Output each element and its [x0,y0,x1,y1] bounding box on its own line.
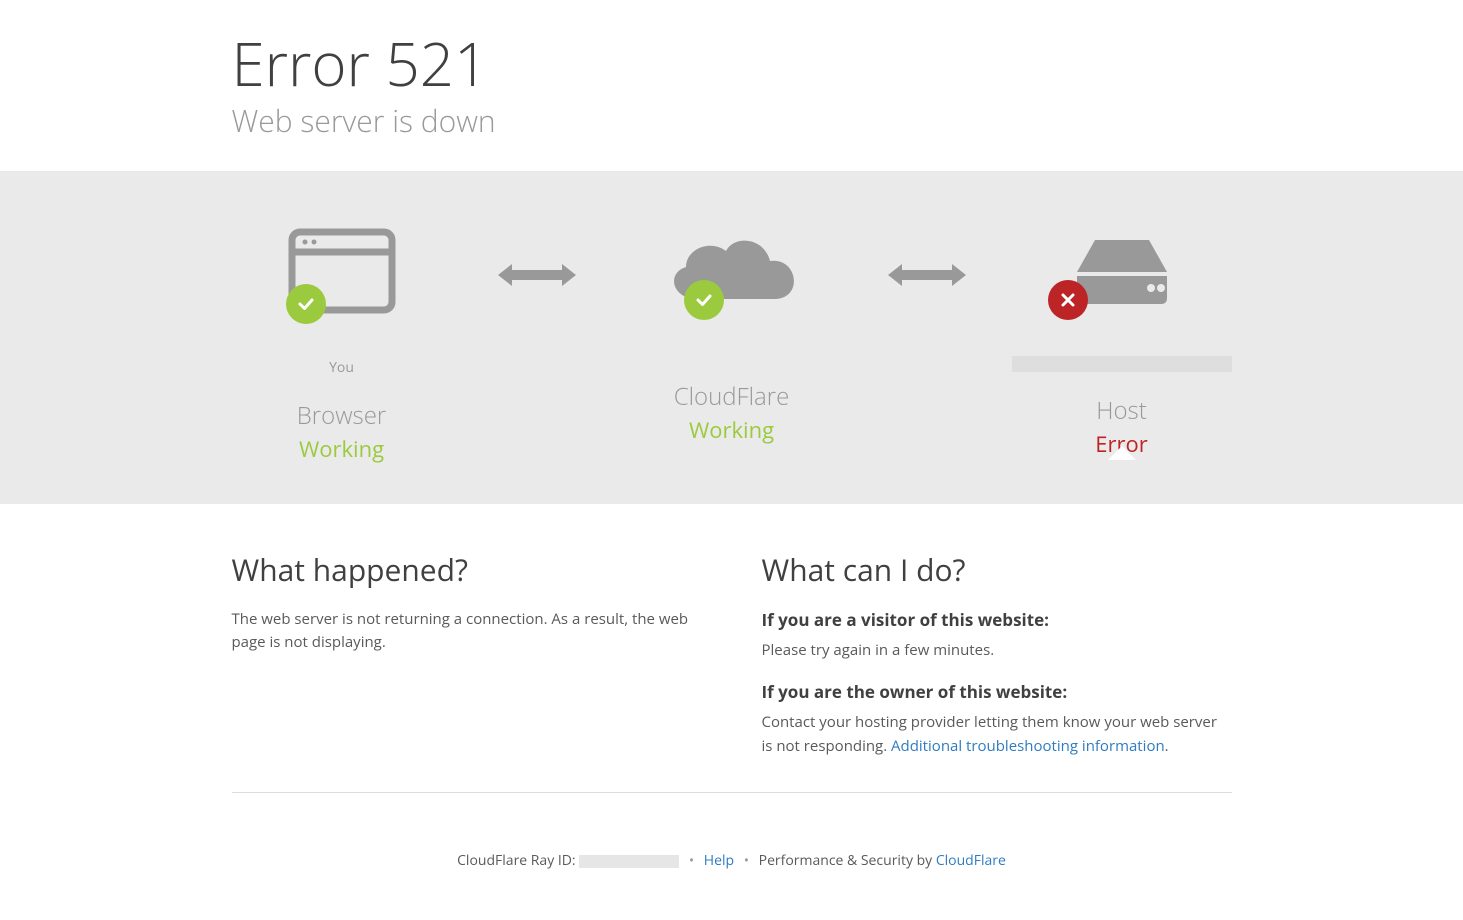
visitor-body: Please try again in a few minutes. [762,639,1232,662]
perf-security-label: Performance & Security by [759,851,936,870]
pointer-notch [1012,446,1232,460]
visitor-heading: If you are a visitor of this website: [762,608,1232,631]
what-happened-column: What happened? The web server is not ret… [232,549,702,758]
what-can-i-do-heading: What can I do? [762,549,1232,590]
info-section: What happened? The web server is not ret… [0,504,1463,823]
troubleshooting-link[interactable]: Additional troubleshooting information [891,736,1165,756]
help-link[interactable]: Help [704,851,734,870]
what-happened-heading: What happened? [232,549,702,590]
browser-icon [232,222,452,322]
arrow-icon [497,222,577,286]
what-can-i-do-column: What can I do? If you are a visitor of t… [762,549,1232,758]
what-happened-body: The web server is not returning a connec… [232,608,702,655]
status-item-cloudflare: CloudFlare Working [622,222,842,445]
owner-body-suffix: . [1165,736,1169,756]
host-title: Host [1012,394,1232,427]
cloudflare-link[interactable]: CloudFlare [936,851,1006,870]
cloud-icon [622,222,842,322]
status-band: You Browser Working [0,172,1463,504]
header-section: Error 521 Web server is down [0,0,1463,172]
cloudflare-status: Working [622,415,842,445]
footer: CloudFlare Ray ID: • Help • Performance … [0,823,1463,920]
owner-body: Contact your hosting provider letting th… [762,711,1232,758]
arrow-icon [887,222,967,286]
check-icon [684,280,724,320]
status-row: You Browser Working [232,222,1232,464]
you-label: You [232,358,452,377]
status-item-browser: You Browser Working [232,222,452,464]
x-icon [1048,280,1088,320]
cloudflare-title: CloudFlare [622,380,842,413]
ray-id-label: CloudFlare Ray ID: [457,851,579,870]
error-code-title: Error 521 [232,30,1232,96]
separator: • [689,851,694,870]
status-item-host: Host Error [1012,222,1232,459]
ray-id-placeholder [579,855,679,868]
error-subtitle: Web server is down [232,100,1232,141]
server-icon [1012,222,1232,322]
owner-heading: If you are the owner of this website: [762,680,1232,703]
divider [232,792,1232,793]
browser-status: Working [232,434,452,464]
host-domain-placeholder [1012,356,1232,372]
separator: • [744,851,749,870]
check-icon [286,284,326,324]
browser-title: Browser [232,399,452,432]
